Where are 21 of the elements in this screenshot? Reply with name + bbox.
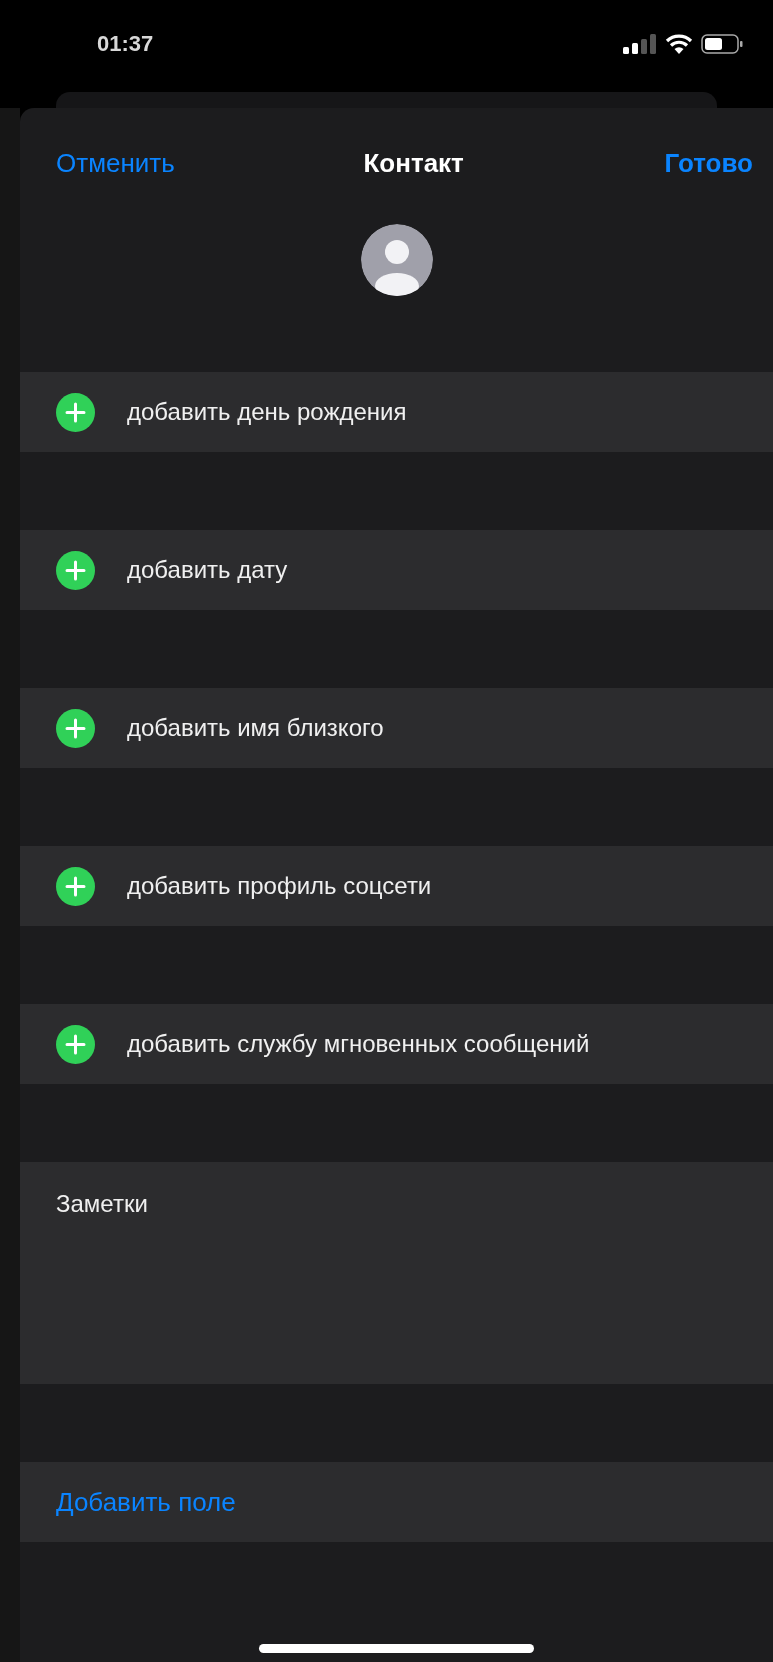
add-icon <box>56 1024 95 1064</box>
add-icon <box>56 866 95 906</box>
sheet-title: Контакт <box>363 146 465 180</box>
battery-icon <box>701 33 743 54</box>
add-icon <box>56 392 95 432</box>
status-time: 01:37 <box>97 30 154 58</box>
add-icon <box>56 550 95 590</box>
add-icon <box>56 708 95 748</box>
signal-icon <box>623 33 657 54</box>
add-row[interactable]: добавить профиль соцсети <box>20 846 773 926</box>
add-row[interactable]: добавить день рождения <box>20 372 773 452</box>
add-row[interactable]: добавить имя близкого <box>20 688 773 768</box>
notes-field[interactable]: Заметки <box>20 1162 773 1384</box>
cancel-button[interactable]: Отменить <box>56 143 175 183</box>
add-field-button[interactable]: Добавить поле <box>20 1462 773 1542</box>
avatar-icon[interactable] <box>360 224 433 296</box>
notes-label: Заметки <box>56 1190 148 1217</box>
done-button[interactable]: Готово <box>664 143 753 183</box>
add-row[interactable]: добавить дату <box>20 530 773 610</box>
wifi-icon <box>665 33 693 54</box>
add-row[interactable]: добавить службу мгновенных сообщений <box>20 1004 773 1084</box>
